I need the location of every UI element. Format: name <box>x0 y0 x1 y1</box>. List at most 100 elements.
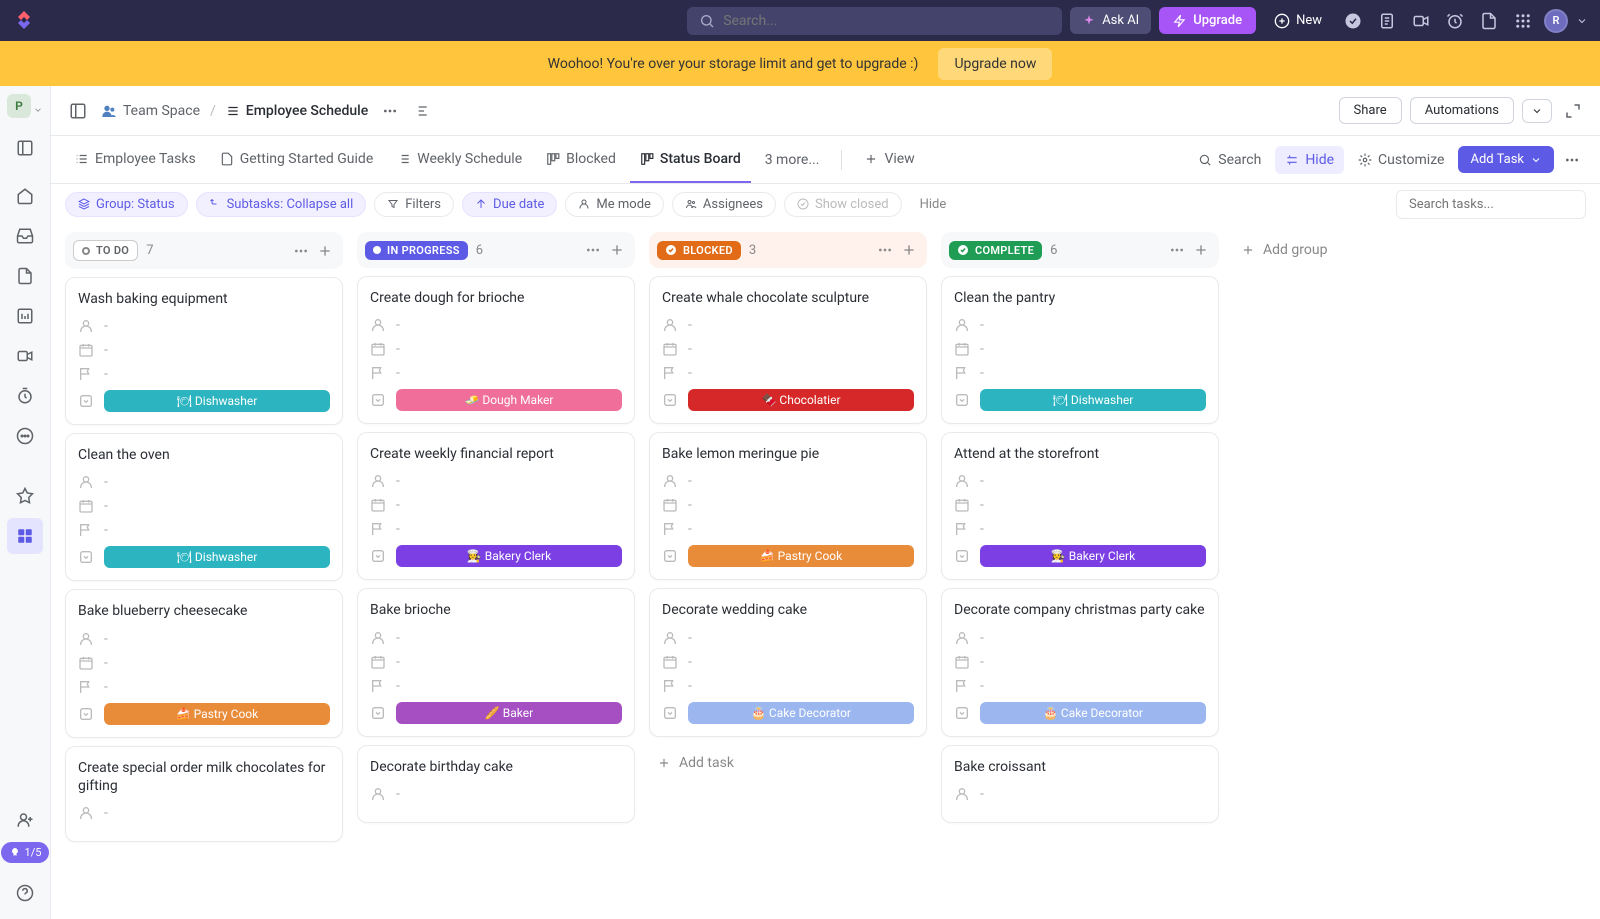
panel-icon[interactable] <box>7 130 43 166</box>
workspace-switcher[interactable]: P <box>7 94 43 126</box>
role-chip[interactable]: 🍰 Pastry Cook <box>688 545 914 567</box>
task-card[interactable]: Create dough for brioche - - - 🧈 Dough M… <box>357 276 635 424</box>
upgrade-now-button[interactable]: Upgrade now <box>938 48 1052 80</box>
card-assignee[interactable]: - <box>78 805 330 821</box>
task-search-input[interactable] <box>1396 190 1586 219</box>
role-chip[interactable]: 👩‍🍳 Bakery Clerk <box>396 545 622 567</box>
add-view-button[interactable]: View <box>854 136 924 183</box>
view-tab-weekly[interactable]: Weekly Schedule <box>387 136 532 183</box>
card-priority[interactable]: - <box>370 365 622 381</box>
global-search[interactable] <box>687 7 1062 35</box>
due-date-chip[interactable]: Due date <box>462 192 557 217</box>
task-card[interactable]: Decorate company christmas party cake - … <box>941 588 1219 736</box>
filters-chip[interactable]: Filters <box>374 192 454 217</box>
column-add-icon[interactable] <box>315 241 335 261</box>
column-add-icon[interactable] <box>899 240 919 260</box>
timer-icon[interactable] <box>7 378 43 414</box>
panel-toggle-icon[interactable] <box>65 98 91 124</box>
status-pill[interactable]: TO DO <box>73 240 138 261</box>
status-pill[interactable]: BLOCKED <box>657 241 741 260</box>
add-group-button[interactable]: Add group <box>1233 232 1335 268</box>
home-icon[interactable] <box>7 178 43 214</box>
card-date[interactable]: - <box>370 341 622 357</box>
column-more-icon[interactable] <box>1167 240 1187 260</box>
column-more-icon[interactable] <box>875 240 895 260</box>
hide-button[interactable]: Hide <box>1275 146 1344 174</box>
role-chip[interactable]: 🍫 Chocolatier <box>688 389 914 411</box>
card-priority[interactable]: - <box>78 679 330 695</box>
card-date[interactable]: - <box>954 654 1206 670</box>
card-assignee[interactable]: - <box>370 630 622 646</box>
card-assignee[interactable]: - <box>370 317 622 333</box>
card-date[interactable]: - <box>78 342 330 358</box>
card-date[interactable]: - <box>370 654 622 670</box>
role-chip[interactable]: 🎂 Cake Decorator <box>980 702 1206 724</box>
chevron-down-icon[interactable] <box>1576 15 1588 27</box>
card-date[interactable]: - <box>662 341 914 357</box>
card-assignee[interactable]: - <box>662 317 914 333</box>
card-date[interactable]: - <box>954 497 1206 513</box>
group-chip[interactable]: Group: Status <box>65 192 188 217</box>
video-icon[interactable] <box>1408 8 1434 34</box>
card-assignee[interactable]: - <box>954 630 1206 646</box>
customize-button[interactable]: Customize <box>1348 146 1454 174</box>
role-chip[interactable]: 🍰 Pastry Cook <box>104 703 330 725</box>
status-pill[interactable]: COMPLETE <box>949 241 1042 260</box>
card-assignee[interactable]: - <box>954 786 1206 802</box>
view-tab-status-board[interactable]: Status Board <box>630 136 751 183</box>
apps-icon[interactable] <box>1510 8 1536 34</box>
card-date[interactable]: - <box>370 497 622 513</box>
app-logo[interactable] <box>12 9 36 33</box>
more-icon[interactable] <box>7 418 43 454</box>
assignees-chip[interactable]: Assignees <box>672 192 776 217</box>
spaces-icon[interactable] <box>7 518 43 554</box>
card-priority[interactable]: - <box>370 678 622 694</box>
task-card[interactable]: Bake brioche - - - 🥖 Baker <box>357 588 635 736</box>
card-assignee[interactable]: - <box>662 473 914 489</box>
card-priority[interactable]: - <box>78 522 330 538</box>
ask-ai-button[interactable]: Ask AI <box>1070 7 1151 34</box>
user-avatar[interactable]: R <box>1544 9 1568 33</box>
card-date[interactable]: - <box>78 655 330 671</box>
dashboard-icon[interactable] <box>7 298 43 334</box>
task-card[interactable]: Attend at the storefront - - - 👩‍🍳 Baker… <box>941 432 1219 580</box>
view-more[interactable]: 3 more... <box>755 152 830 168</box>
card-priority[interactable]: - <box>662 521 914 537</box>
card-priority[interactable]: - <box>954 678 1206 694</box>
card-assignee[interactable]: - <box>78 474 330 490</box>
upgrade-button[interactable]: Upgrade <box>1159 7 1256 34</box>
show-closed-chip[interactable]: Show closed <box>784 192 902 217</box>
add-task-button[interactable]: Add Task <box>1458 146 1554 173</box>
collapse-icon[interactable] <box>412 99 436 123</box>
task-card[interactable]: Create special order milk chocolates for… <box>65 746 343 842</box>
column-more-icon[interactable] <box>291 241 311 261</box>
docs-icon[interactable] <box>7 258 43 294</box>
card-priority[interactable]: - <box>662 365 914 381</box>
task-card[interactable]: Decorate wedding cake - - - 🎂 Cake Decor… <box>649 588 927 736</box>
search-input[interactable] <box>723 13 1050 29</box>
column-add-icon[interactable] <box>607 240 627 260</box>
add-task-link[interactable]: Add task <box>649 745 927 781</box>
card-date[interactable]: - <box>662 497 914 513</box>
card-priority[interactable]: - <box>954 365 1206 381</box>
role-chip[interactable]: 🎂 Cake Decorator <box>688 702 914 724</box>
help-icon[interactable] <box>7 875 43 911</box>
invite-icon[interactable] <box>7 802 43 838</box>
task-card[interactable]: Bake croissant - <box>941 745 1219 823</box>
breadcrumb-page[interactable]: Employee Schedule <box>226 103 368 119</box>
task-card[interactable]: Clean the oven - - - 🍽 Dishwasher <box>65 433 343 581</box>
card-priority[interactable]: - <box>662 678 914 694</box>
card-date[interactable]: - <box>954 341 1206 357</box>
role-chip[interactable]: 👩‍🍳 Bakery Clerk <box>980 545 1206 567</box>
share-button[interactable]: Share <box>1339 97 1402 124</box>
task-card[interactable]: Decorate birthday cake - <box>357 745 635 823</box>
check-icon[interactable] <box>1340 8 1366 34</box>
view-tab-getting-started[interactable]: Getting Started Guide <box>210 136 384 183</box>
new-button[interactable]: New <box>1264 7 1332 35</box>
expand-icon[interactable] <box>1560 98 1586 124</box>
card-assignee[interactable]: - <box>662 630 914 646</box>
favorites-icon[interactable] <box>7 478 43 514</box>
card-assignee[interactable]: - <box>370 786 622 802</box>
column-add-icon[interactable] <box>1191 240 1211 260</box>
onboarding-progress[interactable]: 1/5 <box>1 842 50 863</box>
